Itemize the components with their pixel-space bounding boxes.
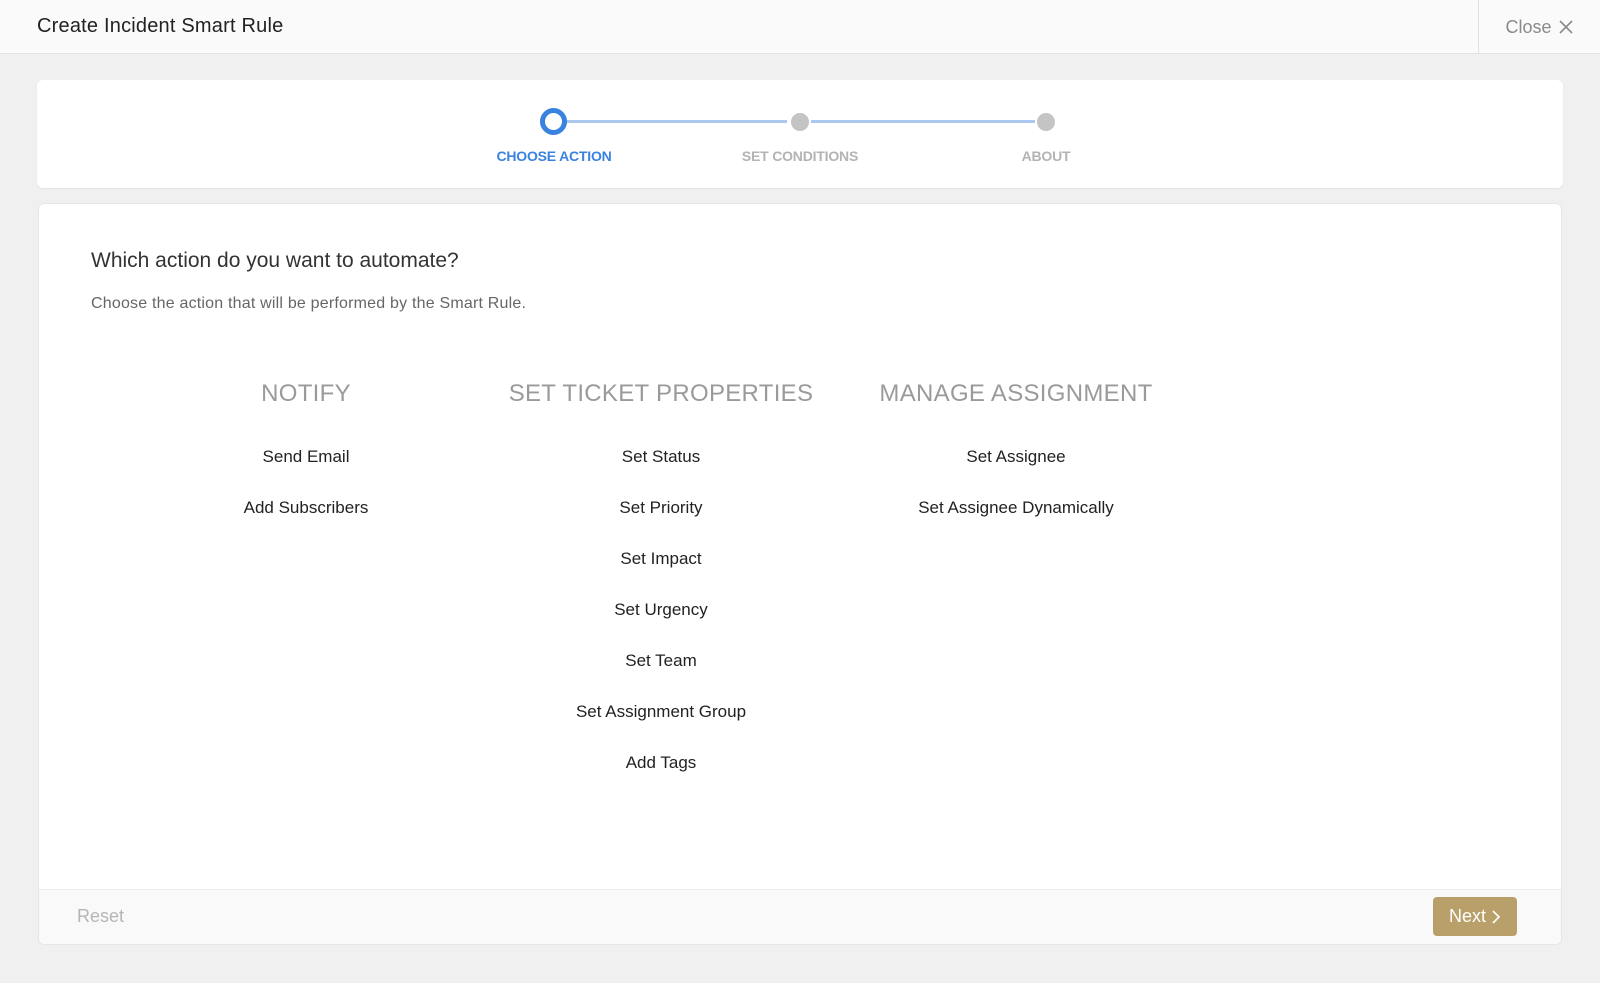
action-set-assignee-dynamically[interactable]: Set Assignee Dynamically bbox=[846, 480, 1186, 531]
action-column-notify: NOTIFY Send Email Add Subscribers bbox=[136, 380, 476, 531]
step-dot-choose-action[interactable] bbox=[540, 108, 567, 135]
column-heading: MANAGE ASSIGNMENT bbox=[879, 380, 1153, 407]
step-dot-set-conditions[interactable] bbox=[791, 113, 809, 131]
step-connector-2 bbox=[811, 120, 1035, 123]
next-label: Next bbox=[1448, 906, 1486, 926]
action-set-priority[interactable]: Set Priority bbox=[491, 480, 831, 531]
question-subtitle: Choose the action that will be performed… bbox=[91, 295, 527, 312]
close-icon bbox=[1558, 20, 1573, 34]
step-label-set-conditions[interactable]: SET CONDITIONS bbox=[700, 148, 900, 164]
close-label: Close bbox=[1505, 16, 1552, 37]
step-dot-about[interactable] bbox=[1037, 113, 1055, 131]
footer-bar: Reset Next bbox=[39, 889, 1561, 944]
page-title: Create Incident Smart Rule bbox=[37, 15, 284, 37]
action-set-urgency[interactable]: Set Urgency bbox=[491, 582, 831, 633]
next-button[interactable]: Next bbox=[1433, 897, 1517, 936]
action-add-subscribers[interactable]: Add Subscribers bbox=[136, 480, 476, 531]
stepper-card bbox=[37, 80, 1563, 188]
reset-button[interactable]: Reset bbox=[77, 906, 124, 927]
chevron-right-icon bbox=[1492, 909, 1501, 924]
column-heading: NOTIFY bbox=[261, 380, 351, 407]
action-add-tags[interactable]: Add Tags bbox=[491, 735, 831, 786]
step-label-choose-action[interactable]: CHOOSE ACTION bbox=[454, 148, 654, 164]
step-label-about[interactable]: ABOUT bbox=[946, 148, 1146, 164]
action-set-assignee[interactable]: Set Assignee bbox=[846, 429, 1186, 480]
action-column-set-ticket-properties: SET TICKET PROPERTIES Set Status Set Pri… bbox=[491, 380, 831, 786]
action-set-team[interactable]: Set Team bbox=[491, 633, 831, 684]
step-connector-1 bbox=[565, 120, 787, 123]
question-heading: Which action do you want to automate? bbox=[91, 249, 459, 272]
action-set-impact[interactable]: Set Impact bbox=[491, 531, 831, 582]
action-set-status[interactable]: Set Status bbox=[491, 429, 831, 480]
modal-header: Create Incident Smart Rule Close bbox=[0, 0, 1600, 54]
action-column-manage-assignment: MANAGE ASSIGNMENT Set Assignee Set Assig… bbox=[846, 380, 1186, 531]
column-heading: SET TICKET PROPERTIES bbox=[508, 380, 814, 407]
action-set-assignment-group[interactable]: Set Assignment Group bbox=[491, 684, 831, 735]
action-selection-card: Which action do you want to automate? Ch… bbox=[38, 203, 1562, 945]
close-button[interactable]: Close bbox=[1478, 0, 1600, 54]
action-send-email[interactable]: Send Email bbox=[136, 429, 476, 480]
